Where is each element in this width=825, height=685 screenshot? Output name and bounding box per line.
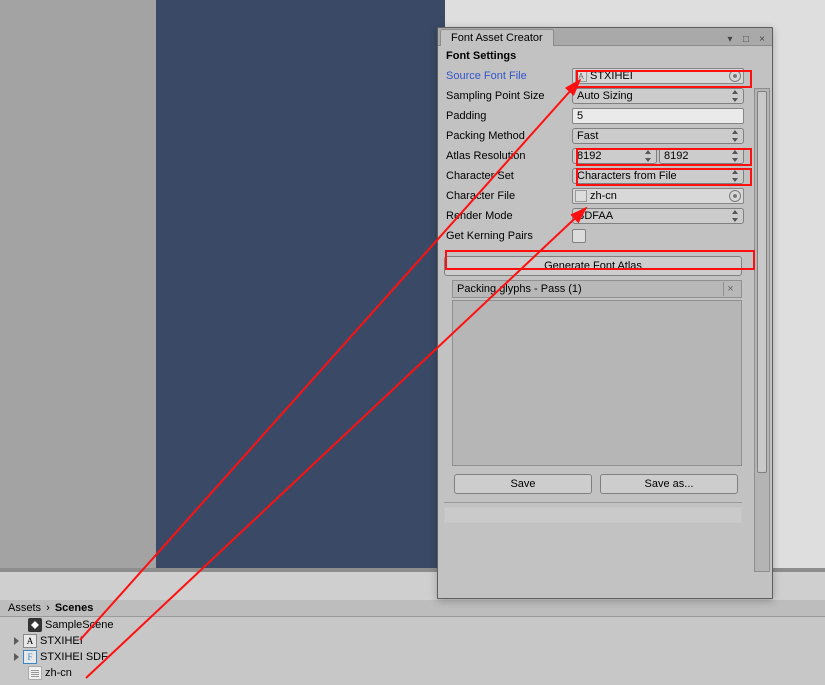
tree-row-stxihei-sdf[interactable]: F STXIHEI SDF — [0, 649, 825, 665]
bottom-empty-row — [444, 507, 742, 523]
vertical-scrollbar[interactable] — [754, 88, 770, 572]
tree-row-samplescene[interactable]: SampleScene — [0, 617, 825, 633]
row-sampling: Sampling Point Size Auto Sizing — [442, 86, 744, 106]
foldout-icon[interactable] — [14, 653, 19, 661]
padding-label: Padding — [442, 110, 572, 122]
tree-row-zhcn[interactable]: zh-cn — [0, 665, 825, 681]
scrollbar-thumb[interactable] — [757, 91, 767, 473]
save-as-label: Save as... — [645, 478, 694, 490]
generate-label: Generate Font Atlas — [544, 260, 642, 272]
dropdown-arrows-icon — [644, 150, 652, 162]
text-file-icon — [28, 666, 42, 680]
font-asset-creator-window: Font Asset Creator ▾ □ × Font Settings S… — [437, 27, 773, 599]
packing-label: Packing Method — [442, 130, 572, 142]
charfile-value: zh-cn — [590, 190, 617, 202]
kerning-label: Get Kerning Pairs — [442, 230, 572, 242]
object-picker-icon[interactable] — [729, 190, 741, 202]
maximize-icon[interactable]: □ — [740, 33, 752, 45]
render-dropdown[interactable]: SDFAA — [572, 208, 744, 224]
status-row: Packing glyphs - Pass (1) × — [452, 280, 742, 298]
tree-label: SampleScene — [45, 619, 114, 631]
status-text: Packing glyphs - Pass (1) — [457, 283, 582, 295]
settings-panel: Source Font File A STXIHEI Sampling Poin… — [438, 66, 748, 523]
dropdown-arrows-icon — [731, 130, 739, 142]
charfile-field[interactable]: zh-cn — [572, 188, 744, 204]
atlas-preview — [452, 300, 742, 466]
row-kerning: Get Kerning Pairs — [442, 226, 744, 246]
row-source-font: Source Font File A STXIHEI — [442, 66, 744, 86]
tree-label: zh-cn — [45, 667, 72, 679]
kerning-checkbox[interactable] — [572, 229, 586, 243]
render-label: Render Mode — [442, 210, 572, 222]
dropdown-arrows-icon — [731, 150, 739, 162]
source-font-value: STXIHEI — [590, 70, 633, 82]
tree-row-stxihei[interactable]: A STXIHEI — [0, 633, 825, 649]
row-packing: Packing Method Fast — [442, 126, 744, 146]
charset-label: Character Set — [442, 170, 572, 182]
unity-scene-icon — [28, 618, 42, 632]
sdf-font-icon: F — [23, 650, 37, 664]
row-padding: Padding 5 — [442, 106, 744, 126]
save-as-button[interactable]: Save as... — [600, 474, 738, 494]
font-settings-header: Font Settings — [438, 46, 772, 66]
breadcrumb-sep: › — [46, 602, 50, 614]
atlas-width-dropdown[interactable]: 8192 — [572, 148, 657, 164]
close-icon[interactable]: × — [756, 33, 768, 45]
save-label: Save — [510, 478, 535, 490]
breadcrumb-assets[interactable]: Assets — [8, 602, 41, 614]
atlas-w: 8192 — [577, 150, 601, 162]
row-atlas-resolution: Atlas Resolution 8192 8192 — [442, 146, 744, 166]
atlas-height-dropdown[interactable]: 8192 — [659, 148, 744, 164]
packing-value: Fast — [577, 130, 598, 142]
sampling-label: Sampling Point Size — [442, 90, 572, 102]
packing-dropdown[interactable]: Fast — [572, 128, 744, 144]
status-close-icon[interactable]: × — [723, 282, 737, 296]
charset-value: Characters from File — [577, 170, 677, 182]
object-picker-icon[interactable] — [729, 70, 741, 82]
editor-viewport — [0, 0, 445, 568]
dropdown-arrows-icon — [731, 90, 739, 102]
font-mini-icon: A — [575, 70, 587, 82]
breadcrumb-scenes[interactable]: Scenes — [55, 602, 94, 614]
scene-view[interactable] — [156, 0, 445, 568]
options-icon[interactable]: ▾ — [724, 33, 736, 45]
window-tab-bar: Font Asset Creator ▾ □ × — [438, 28, 772, 46]
source-font-label: Source Font File — [442, 70, 572, 82]
dropdown-arrows-icon — [731, 210, 739, 222]
sampling-value: Auto Sizing — [577, 90, 633, 102]
source-font-field[interactable]: A STXIHEI — [572, 68, 744, 84]
sampling-dropdown[interactable]: Auto Sizing — [572, 88, 744, 104]
atlas-label: Atlas Resolution — [442, 150, 572, 162]
project-browser: Assets › Scenes SampleScene A STXIHEI F … — [0, 600, 825, 685]
atlas-h: 8192 — [664, 150, 688, 162]
charfile-label: Character File — [442, 190, 572, 202]
foldout-icon[interactable] — [14, 637, 19, 645]
text-mini-icon — [575, 190, 587, 202]
tree-label: STXIHEI SDF — [40, 651, 108, 663]
separator — [444, 502, 742, 503]
window-tab[interactable]: Font Asset Creator — [440, 29, 554, 46]
generate-font-atlas-button[interactable]: Generate Font Atlas — [444, 256, 742, 276]
save-button[interactable]: Save — [454, 474, 592, 494]
font-icon: A — [23, 634, 37, 648]
charset-dropdown[interactable]: Characters from File — [572, 168, 744, 184]
row-charset: Character Set Characters from File — [442, 166, 744, 186]
breadcrumb[interactable]: Assets › Scenes — [0, 600, 825, 617]
padding-value: 5 — [577, 110, 583, 122]
tree-label: STXIHEI — [40, 635, 83, 647]
render-value: SDFAA — [577, 210, 613, 222]
padding-input[interactable]: 5 — [572, 108, 744, 124]
row-charfile: Character File zh-cn — [442, 186, 744, 206]
dropdown-arrows-icon — [731, 170, 739, 182]
row-render-mode: Render Mode SDFAA — [442, 206, 744, 226]
